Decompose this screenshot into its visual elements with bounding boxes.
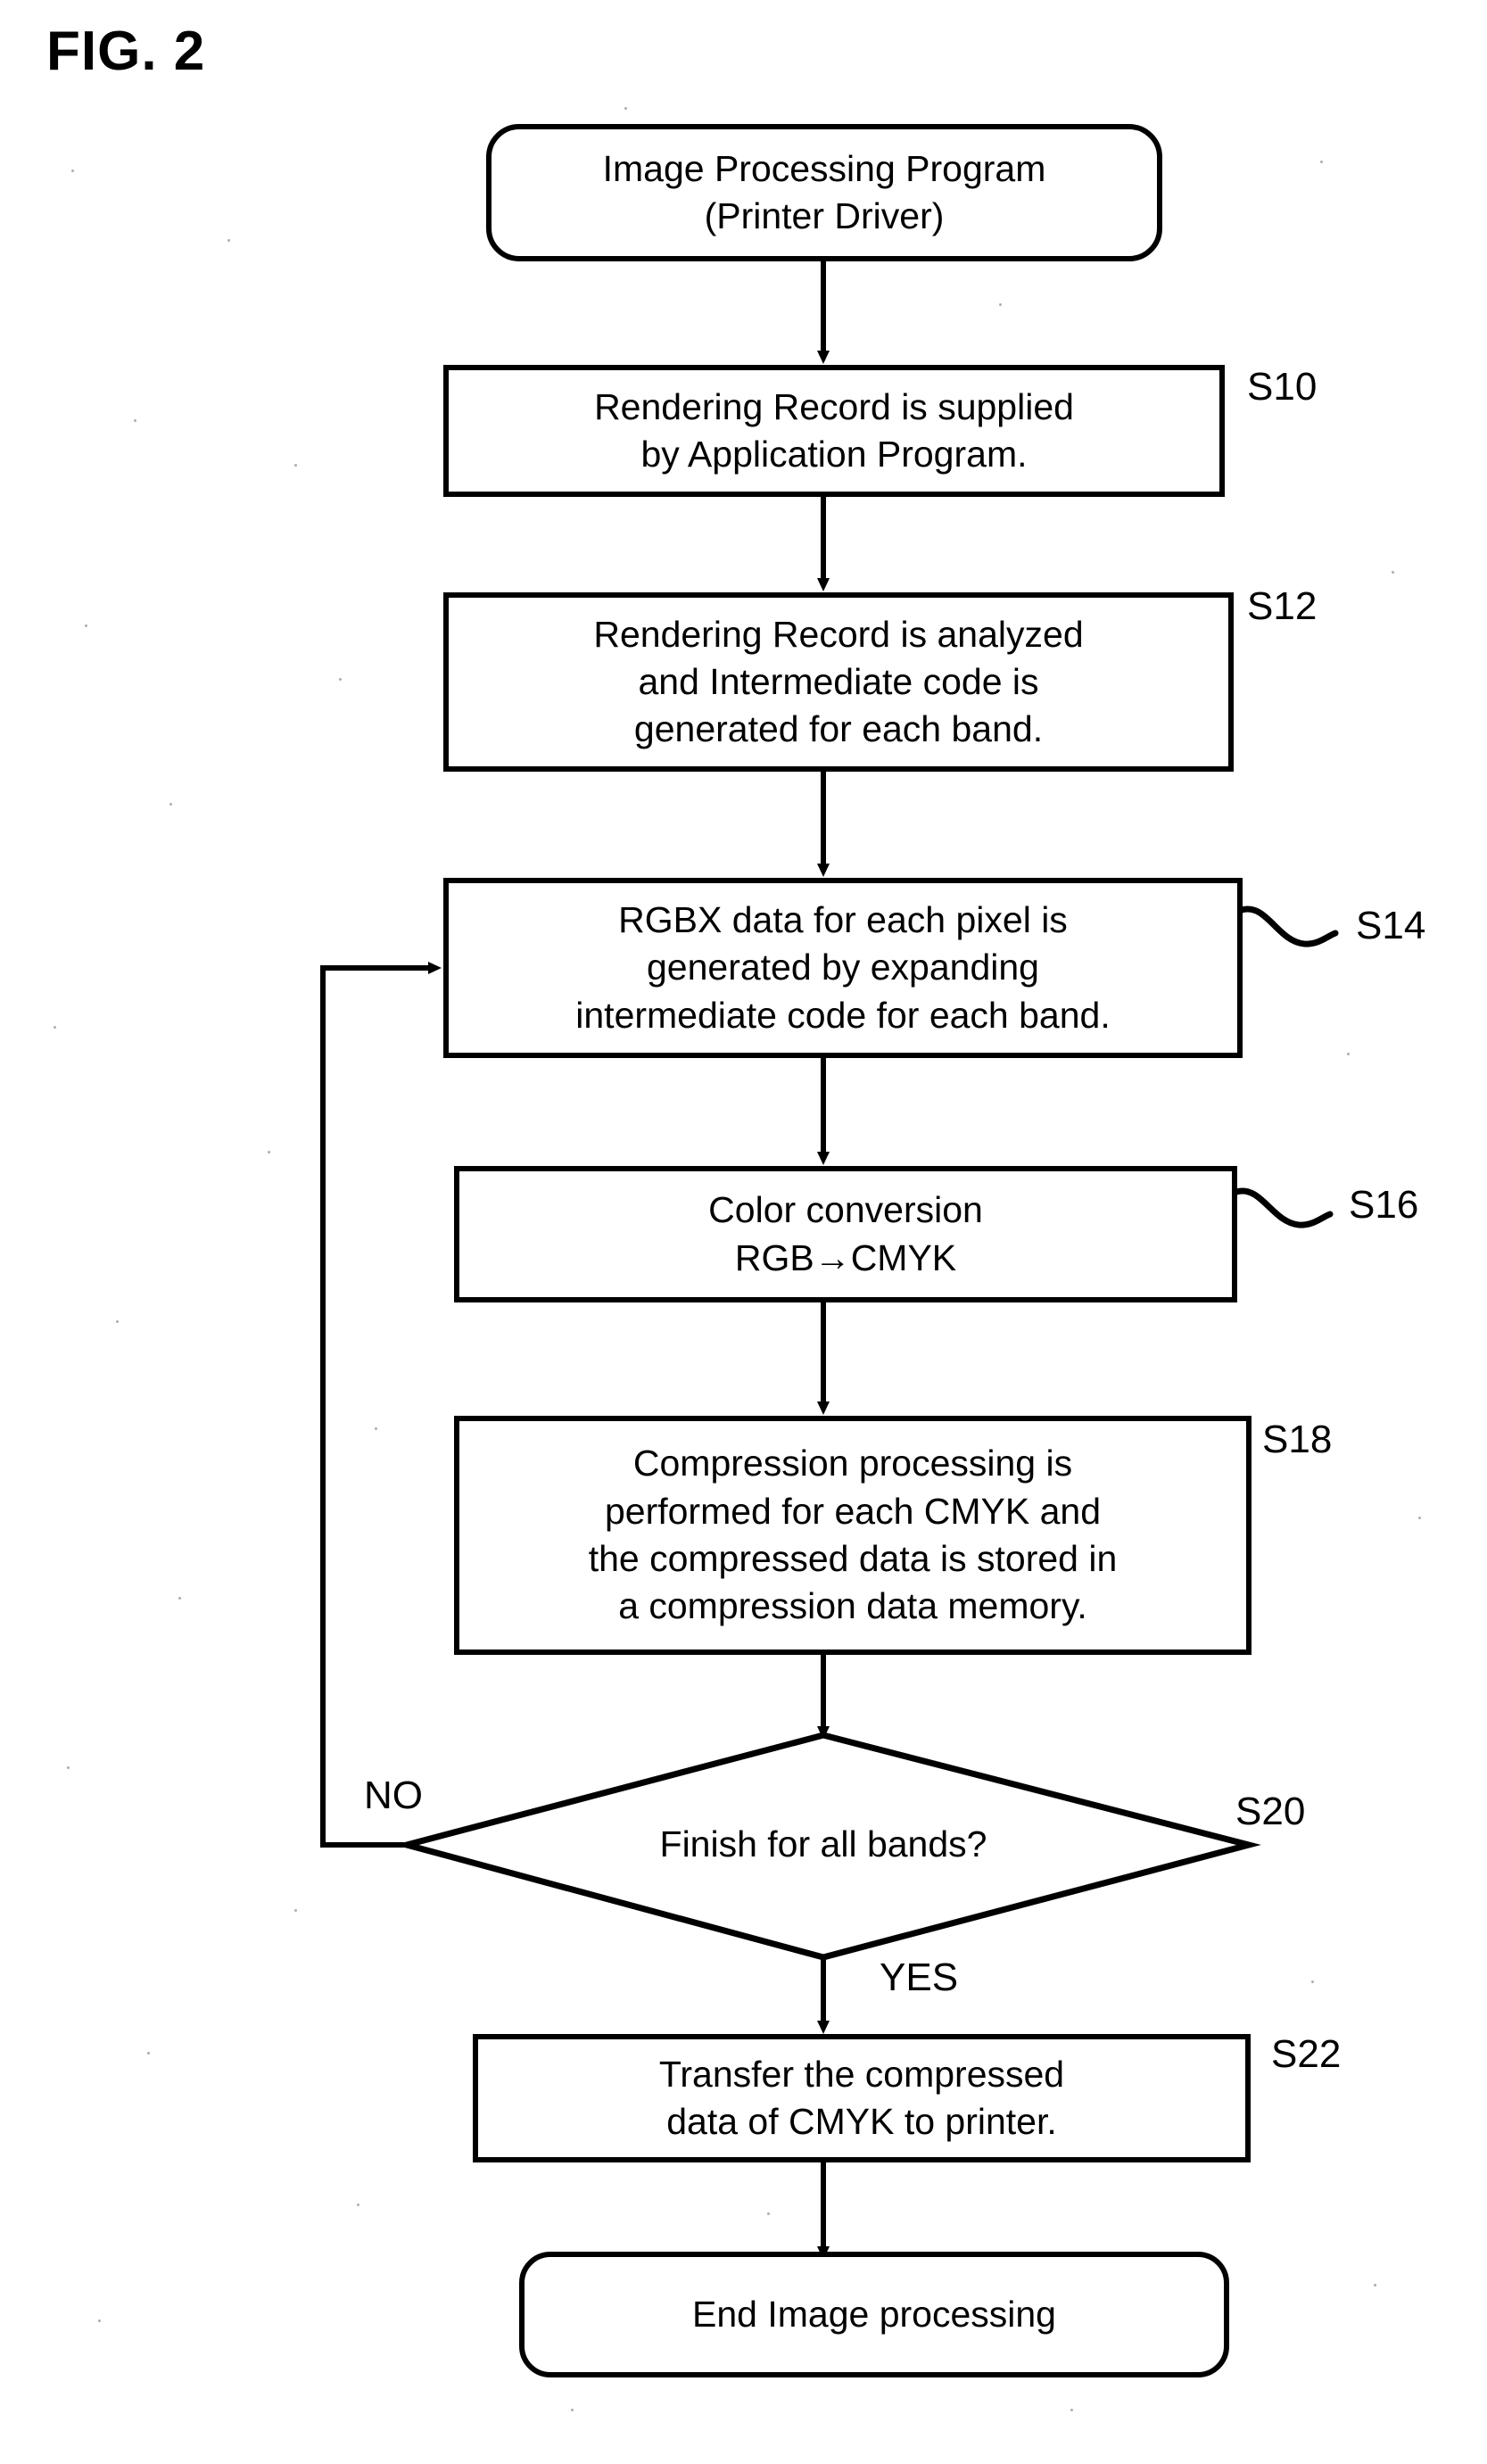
node-s12-shape xyxy=(443,592,1234,772)
scan-speckle xyxy=(571,2409,574,2411)
figure-page: FIG. 2 Image Processing Program (Printer… xyxy=(0,0,1487,2464)
scan-speckle xyxy=(999,303,1002,306)
scan-speckle xyxy=(169,803,172,806)
node-start-shape xyxy=(486,124,1162,261)
step-label-s18: S18 xyxy=(1262,1418,1333,1461)
scan-speckle xyxy=(98,2319,101,2322)
branch-label-no: NO xyxy=(364,1774,423,1817)
edge-no-loop xyxy=(320,962,442,1848)
scan-speckle xyxy=(116,1320,119,1323)
node-end-shape xyxy=(519,2252,1229,2377)
step-label-s22: S22 xyxy=(1271,2032,1342,2076)
scan-speckle xyxy=(1418,1517,1421,1519)
node-s18-shape xyxy=(454,1416,1252,1655)
node-s14-shape xyxy=(443,878,1243,1058)
step-label-s12: S12 xyxy=(1247,584,1318,628)
scan-speckle xyxy=(1374,2284,1376,2286)
scan-speckle xyxy=(339,678,342,681)
scan-speckle xyxy=(134,419,136,422)
scan-speckle xyxy=(357,2204,359,2206)
step-label-s10: S10 xyxy=(1247,365,1318,409)
scan-speckle xyxy=(767,2212,770,2215)
scan-speckle xyxy=(178,1597,181,1600)
node-s22-shape xyxy=(473,2034,1251,2162)
leader-s14 xyxy=(1238,905,1339,947)
scan-speckle xyxy=(54,1026,56,1029)
scan-speckle xyxy=(1392,571,1394,574)
branch-label-yes: YES xyxy=(880,1955,959,1999)
scan-speckle xyxy=(227,239,230,242)
scan-speckle xyxy=(294,464,297,467)
scan-speckle xyxy=(294,1909,297,1912)
step-label-s16: S16 xyxy=(1349,1183,1419,1227)
scan-speckle xyxy=(1311,1980,1314,1983)
scan-speckle xyxy=(1347,1053,1350,1055)
scan-speckle xyxy=(67,1766,70,1769)
scan-speckle xyxy=(624,107,627,110)
leader-s16 xyxy=(1233,1187,1334,1228)
scan-speckle xyxy=(85,624,87,627)
step-label-s14: S14 xyxy=(1356,904,1426,947)
node-s10-shape xyxy=(443,365,1225,497)
scan-speckle xyxy=(1070,2409,1073,2411)
scan-speckle xyxy=(268,1151,270,1153)
scan-speckle xyxy=(71,170,74,172)
step-label-s20: S20 xyxy=(1235,1790,1306,1833)
scan-speckle xyxy=(1320,161,1323,163)
scan-speckle xyxy=(147,2052,150,2055)
node-s16-shape xyxy=(454,1166,1237,1302)
scan-speckle xyxy=(375,1427,377,1430)
node-s20-shape xyxy=(394,1732,1261,1961)
